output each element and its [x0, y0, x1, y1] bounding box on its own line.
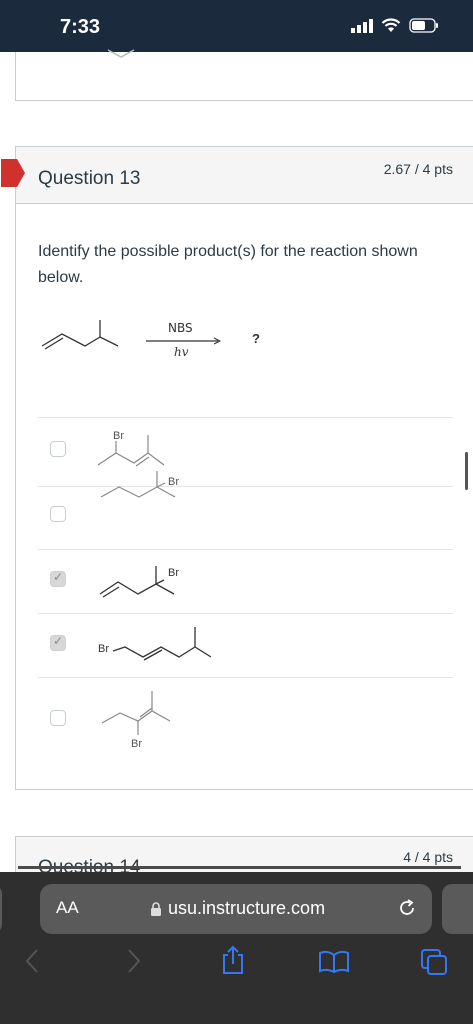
url-text: usu.instructure.com	[168, 898, 326, 918]
status-icons	[351, 18, 439, 33]
divider	[38, 549, 453, 550]
status-bar: 7:33	[0, 0, 473, 52]
page-edge-line	[18, 866, 461, 869]
bookmark-flag-icon[interactable]	[1, 159, 25, 187]
previous-question-card	[15, 49, 473, 101]
question-header: Question 13 2.67 / 4 pts	[1, 147, 473, 204]
next-tab-preview[interactable]	[442, 884, 473, 934]
bookmarks-icon[interactable]	[318, 950, 350, 974]
url-display[interactable]: usu.instructure.com	[150, 898, 325, 919]
previous-tab-preview[interactable]	[0, 884, 2, 934]
next-question-points: 4 / 4 pts	[403, 849, 453, 865]
lock-icon	[151, 901, 161, 916]
question-points: 2.67 / 4 pts	[383, 161, 453, 177]
previous-structure-fragment	[107, 49, 135, 58]
reagent-hv: hv	[174, 345, 189, 359]
reagent-nbs: NBS	[168, 321, 193, 335]
option-2-checkbox[interactable]	[50, 506, 66, 522]
tabs-icon[interactable]	[420, 948, 448, 976]
text-size-button[interactable]: AA	[56, 898, 79, 918]
option-1-checkbox[interactable]	[50, 441, 66, 457]
option-5-checkbox[interactable]	[50, 710, 66, 726]
option-1-structure	[97, 435, 165, 467]
option-5-structure	[101, 691, 171, 735]
forward-chevron-icon[interactable]	[126, 948, 142, 974]
option-3-checkbox[interactable]	[50, 570, 66, 587]
battery-icon	[409, 18, 438, 33]
question-prompt: Identify the possible product(s) for the…	[38, 243, 418, 286]
question-title: Question 13	[38, 168, 141, 189]
reload-icon[interactable]	[396, 897, 418, 919]
divider	[38, 417, 453, 418]
wifi-icon	[381, 18, 401, 32]
option-4-structure	[112, 627, 211, 661]
reactant-structure	[41, 320, 119, 350]
option-2-structure	[100, 471, 176, 498]
reaction-product-unknown: ?	[252, 331, 260, 346]
option-3-structure	[99, 566, 175, 598]
safari-bottom-bar: AA usu.instructure.com	[0, 866, 473, 1024]
divider	[38, 677, 453, 678]
back-chevron-icon[interactable]	[24, 948, 40, 974]
option-4-checkbox[interactable]	[50, 634, 66, 651]
address-bar[interactable]: AA usu.instructure.com	[40, 884, 432, 934]
share-icon[interactable]	[220, 945, 246, 975]
cellular-signal-icon	[351, 18, 373, 33]
reaction-arrow-icon	[146, 337, 222, 345]
status-time: 7:33	[60, 16, 101, 38]
divider	[38, 613, 453, 614]
option-4-br-label: Br	[98, 643, 109, 655]
scrollbar-thumb[interactable]	[465, 452, 468, 490]
option-5-br-label: Br	[131, 738, 142, 750]
question-card: Question 13 2.67 / 4 pts Identify the po…	[1, 146, 473, 790]
